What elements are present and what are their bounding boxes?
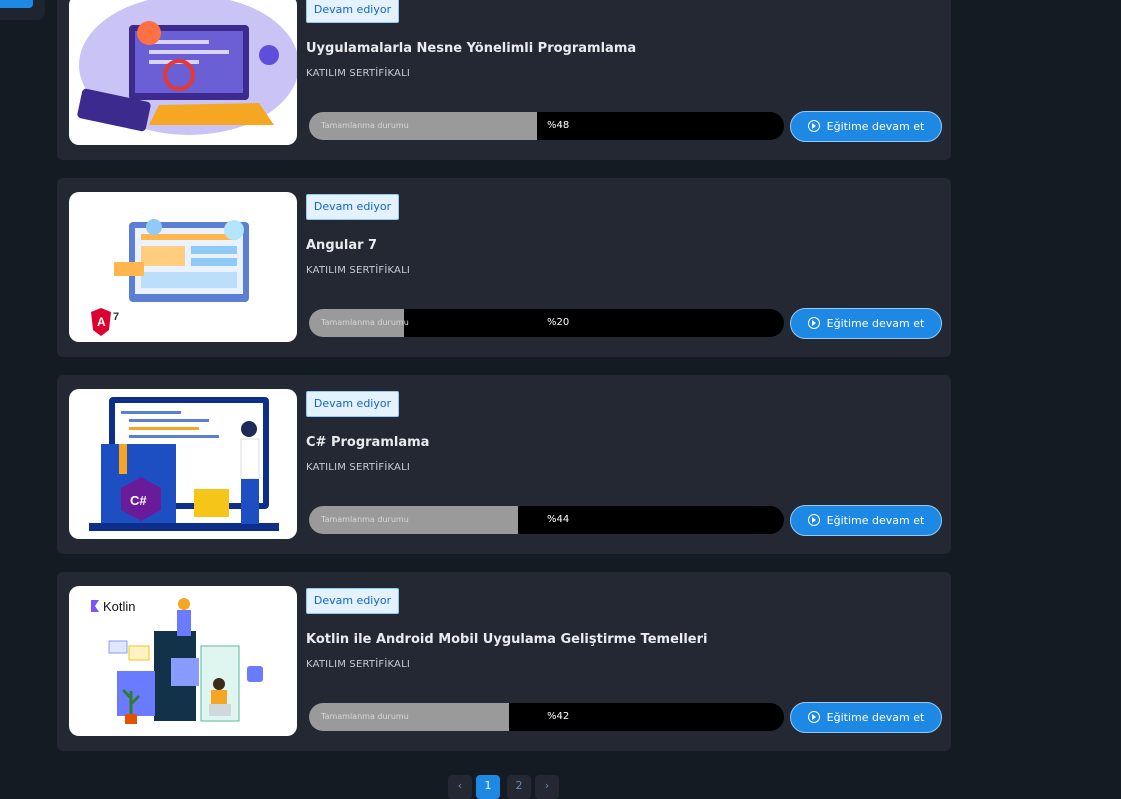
- progress-label: Tamamlanma durumu: [321, 515, 409, 524]
- sidebar-active-indicator: [0, 0, 33, 8]
- progress-value: %20: [547, 317, 570, 328]
- continue-course-label: Eğitime devam et: [826, 711, 925, 724]
- course-title[interactable]: Uygulamalarla Nesne Yönelimli Programlam…: [306, 41, 636, 56]
- course-title[interactable]: C# Programlama: [306, 435, 429, 450]
- progress-label: Tamamlanma durumu: [321, 712, 409, 721]
- progress-label: Tamamlanma durumu: [321, 318, 409, 327]
- course-card: A 7 Devam ediyor Angular 7 KATILIM SERTİ…: [57, 178, 951, 357]
- progress-bar: Tamamlanma durumu %42: [309, 703, 784, 731]
- play-circle-icon: [807, 120, 820, 132]
- pagination-prev-button[interactable]: ‹: [448, 775, 472, 799]
- continue-course-button[interactable]: Eğitime devam et: [790, 702, 942, 733]
- status-badge: Devam ediyor: [306, 588, 399, 614]
- sidebar-stub: [0, 0, 45, 20]
- course-thumbnail: [69, 0, 297, 145]
- progress-bar: Tamamlanma durumu %44: [309, 506, 784, 534]
- continue-course-button[interactable]: Eğitime devam et: [790, 505, 942, 536]
- continue-course-label: Eğitime devam et: [826, 317, 925, 330]
- play-circle-icon: [807, 711, 820, 723]
- course-thumbnail: A 7: [69, 192, 297, 342]
- pagination-page-1[interactable]: 1: [476, 775, 500, 799]
- progress-value: %42: [547, 711, 570, 722]
- course-thumbnail: Kotlin: [69, 586, 297, 736]
- svg-text:Kotlin: Kotlin: [103, 599, 136, 614]
- certificate-label: KATILIM SERTİFİKALI: [306, 265, 411, 276]
- continue-course-label: Eğitime devam et: [826, 120, 925, 133]
- course-card: Kotlin Devam ediyor Kotlin ile Android M…: [57, 572, 951, 751]
- continue-course-button[interactable]: Eğitime devam et: [790, 111, 942, 142]
- continue-course-button[interactable]: Eğitime devam et: [790, 308, 942, 339]
- angular-illustration: A 7: [91, 219, 249, 336]
- status-badge: Devam ediyor: [306, 391, 399, 417]
- course-title[interactable]: Kotlin ile Android Mobil Uygulama Gelişt…: [306, 632, 708, 647]
- svg-text:7: 7: [113, 311, 119, 323]
- course-card: C# Devam ediyor C# Programlama KATILIM S…: [57, 375, 951, 554]
- continue-course-label: Eğitime devam et: [826, 514, 925, 527]
- progress-bar: Tamamlanma durumu %48: [309, 112, 784, 140]
- pagination-page-2[interactable]: 2: [507, 775, 531, 799]
- play-circle-icon: [807, 317, 820, 329]
- play-circle-icon: [807, 514, 820, 526]
- pagination-next-button[interactable]: ›: [535, 775, 559, 799]
- course-title[interactable]: Angular 7: [306, 238, 377, 253]
- csharp-illustration: C#: [89, 397, 279, 531]
- certificate-label: KATILIM SERTİFİKALI: [306, 68, 411, 79]
- status-badge: Devam ediyor: [306, 0, 399, 23]
- status-badge: Devam ediyor: [306, 194, 399, 220]
- svg-text:C#: C#: [130, 493, 147, 508]
- progress-value: %48: [547, 120, 570, 131]
- certificate-label: KATILIM SERTİFİKALI: [306, 462, 411, 473]
- course-thumbnail: C#: [69, 389, 297, 539]
- progress-bar: Tamamlanma durumu %20: [309, 309, 784, 337]
- oop-computer-illustration: [77, 0, 297, 135]
- course-card: Devam ediyor Uygulamalarla Nesne Yönelim…: [57, 0, 951, 160]
- svg-text:A: A: [97, 315, 106, 329]
- certificate-label: KATILIM SERTİFİKALI: [306, 659, 411, 670]
- progress-value: %44: [547, 514, 570, 525]
- kotlin-illustration: Kotlin: [91, 598, 263, 724]
- progress-label: Tamamlanma durumu: [321, 121, 409, 130]
